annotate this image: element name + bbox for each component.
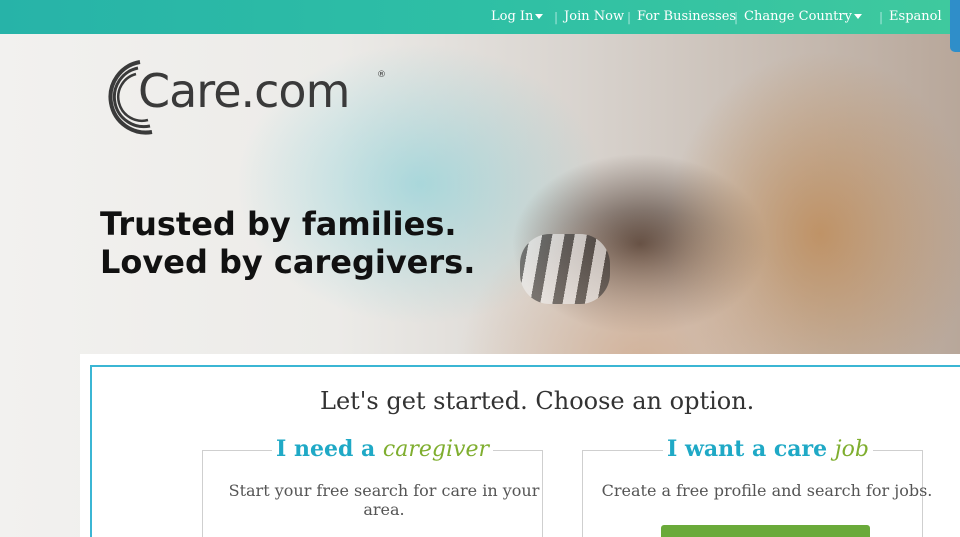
nav-divider: | <box>879 9 884 24</box>
get-started-button[interactable] <box>661 525 870 537</box>
side-tab[interactable] <box>950 0 960 52</box>
option-need-heading[interactable]: I need a caregiver <box>272 436 493 462</box>
espanol-link[interactable]: Espanol <box>889 9 942 24</box>
striped-sleeve <box>520 234 610 304</box>
headline-line-2: Loved by caregivers. <box>100 243 476 281</box>
nav-divider: | <box>554 9 559 24</box>
care-com-logo[interactable]: Care.com ® <box>100 58 400 138</box>
option-want-heading[interactable]: I want a care job <box>663 436 873 462</box>
nav-divider: | <box>734 9 739 24</box>
option-want-script-text: job <box>834 437 869 462</box>
headline-line-1: Trusted by families. <box>100 205 457 243</box>
nav-divider: | <box>627 9 632 24</box>
join-now-link[interactable]: Join Now <box>564 9 624 24</box>
card-title: Let's get started. Choose an option. <box>320 387 755 415</box>
login-link[interactable]: Log In <box>491 9 533 24</box>
option-need-heading-text: I need a <box>276 436 376 462</box>
change-country-menu[interactable]: | Change Country <box>728 9 862 24</box>
change-country-link[interactable]: Change Country <box>744 9 852 24</box>
login-menu[interactable]: Log In <box>491 9 544 24</box>
registered-mark: ® <box>377 70 386 80</box>
chevron-down-icon[interactable] <box>535 14 544 19</box>
chevron-down-icon[interactable] <box>853 14 862 19</box>
logo-wordmark: Care.com <box>138 64 350 118</box>
option-need-script-text: caregiver <box>382 437 489 462</box>
option-want-heading-text: I want a care <box>667 436 828 462</box>
option-want-description: Create a free profile and search for job… <box>601 481 933 500</box>
for-businesses-link[interactable]: For Businesses <box>637 9 736 24</box>
top-navigation-bar: Log In | Join Now | For Businesses | Cha… <box>0 0 960 52</box>
option-need-description: Start your free search for care in your … <box>228 481 540 519</box>
hero-headline: Trusted by families. Loved by caregivers… <box>100 205 475 281</box>
